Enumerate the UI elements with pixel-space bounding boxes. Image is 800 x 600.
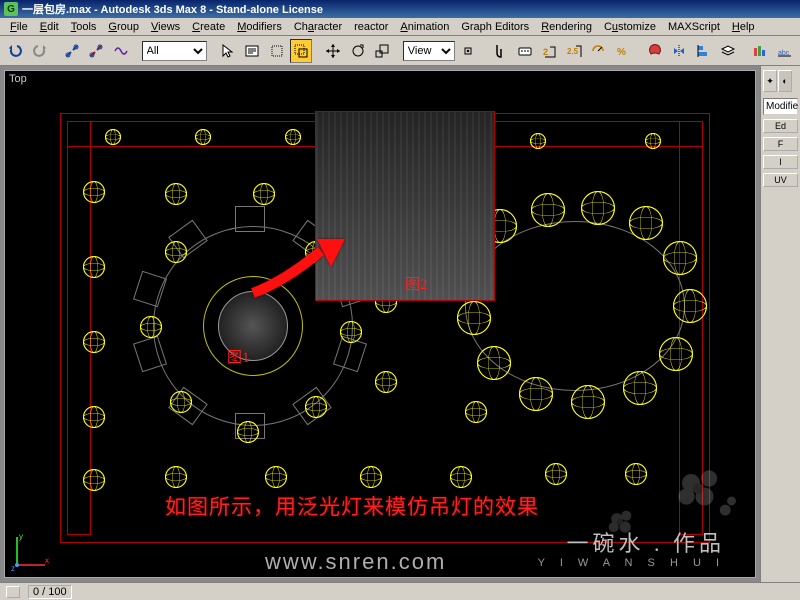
title-bar: G 一层包房.max - Autodesk 3ds Max 8 - Stand-…	[0, 0, 800, 18]
flower-decoration-icon	[655, 447, 745, 537]
scale-button[interactable]	[371, 39, 393, 63]
menu-character[interactable]: Character	[288, 20, 348, 34]
menu-views[interactable]: Views	[145, 20, 186, 34]
menu-tools[interactable]: Tools	[65, 20, 103, 34]
curve-editor-button[interactable]	[749, 39, 771, 63]
svg-text:%: %	[617, 47, 626, 58]
timeline-slider-icon[interactable]	[6, 586, 20, 598]
undo-button[interactable]	[4, 39, 26, 63]
select-crossing-button[interactable]	[290, 39, 312, 63]
select-region-rect-button[interactable]	[265, 39, 287, 63]
menu-bar: File Edit Tools Group Views Create Modif…	[0, 18, 800, 36]
menu-file[interactable]: File	[4, 20, 34, 34]
menu-maxscript[interactable]: MAXScript	[662, 20, 726, 34]
bind-spacewarp-button[interactable]	[109, 39, 131, 63]
status-bar: 0 / 100	[0, 582, 800, 600]
panel-btn-3[interactable]: I	[763, 155, 798, 169]
panel-btn-4[interactable]: UV	[763, 173, 798, 187]
use-pivot-center-button[interactable]	[457, 39, 479, 63]
svg-text:z: z	[11, 564, 15, 571]
viewport-area: Top	[0, 66, 760, 582]
scene-drawing: 图2 图1 如图所示，用泛光灯来模仿吊灯的效果 一碗水 . 作品 Y I W A…	[5, 71, 755, 577]
select-by-name-button[interactable]	[241, 39, 263, 63]
align-button[interactable]	[692, 39, 714, 63]
snap-percent-button[interactable]	[587, 39, 609, 63]
modify-tab[interactable]: ◐	[778, 70, 792, 92]
workspace: Top	[0, 66, 800, 582]
menu-help[interactable]: Help	[726, 20, 761, 34]
unlink-button[interactable]	[85, 39, 107, 63]
viewport-top[interactable]: Top	[4, 70, 756, 578]
menu-create[interactable]: Create	[186, 20, 231, 34]
menu-rendering[interactable]: Rendering	[535, 20, 598, 34]
menu-reactor[interactable]: reactor	[348, 20, 394, 34]
frame-indicator: 0 / 100	[28, 585, 72, 599]
svg-text:y: y	[19, 532, 23, 541]
modifier-rollout-label: Modifie	[763, 98, 798, 115]
menu-edit[interactable]: Edit	[34, 20, 65, 34]
keyboard-shortcut-override-button[interactable]	[514, 39, 536, 63]
schematic-view-button[interactable]: abc	[773, 39, 795, 63]
annotation-text: 如图所示，用泛光灯来模仿吊灯的效果	[165, 491, 539, 521]
mirror-button[interactable]	[668, 39, 690, 63]
watermark-pinyin: Y I W A N S H U I	[538, 557, 725, 569]
move-button[interactable]	[322, 39, 344, 63]
ref-coord-select[interactable]: View	[403, 41, 455, 61]
menu-group[interactable]: Group	[102, 20, 145, 34]
snap-angle-button[interactable]: 2.5	[563, 39, 585, 63]
menu-animation[interactable]: Animation	[394, 20, 455, 34]
redo-button[interactable]	[28, 39, 50, 63]
select-manipulate-button[interactable]	[489, 39, 511, 63]
snap-2d-button[interactable]: 2	[538, 39, 560, 63]
svg-text:x: x	[45, 556, 49, 565]
watermark-url: www.snren.com	[265, 549, 446, 575]
window-title: 一层包房.max - Autodesk 3ds Max 8 - Stand-al…	[22, 1, 323, 17]
named-selection-button[interactable]	[643, 39, 665, 63]
arrow-icon	[245, 231, 355, 311]
svg-text:2: 2	[543, 47, 548, 57]
svg-text:2.5: 2.5	[567, 47, 579, 56]
flower-decoration-icon	[589, 491, 652, 554]
selection-filter-select[interactable]: All	[142, 41, 207, 61]
menu-modifiers[interactable]: Modifiers	[231, 20, 288, 34]
axis-tripod-icon: x y z	[11, 531, 51, 571]
app-icon: G	[4, 2, 18, 16]
main-toolbar: All View 2 2.5 % abc	[0, 36, 800, 66]
panel-btn-1[interactable]: Ed	[763, 119, 798, 133]
spinner-snap-button[interactable]: %	[611, 39, 633, 63]
command-panel: ✦ ◐ Modifie Ed F I UV	[760, 66, 800, 582]
panel-btn-2[interactable]: F	[763, 137, 798, 151]
menu-customize[interactable]: Customize	[598, 20, 662, 34]
create-tab[interactable]: ✦	[763, 70, 777, 92]
viewport-label: Top	[9, 73, 27, 85]
rotate-button[interactable]	[346, 39, 368, 63]
center-label: 图1	[227, 346, 250, 367]
layer-manager-button[interactable]	[717, 39, 739, 63]
menu-graph-editors[interactable]: Graph Editors	[455, 20, 535, 34]
inset-label: 图2	[405, 273, 428, 294]
select-object-button[interactable]	[216, 39, 238, 63]
link-button[interactable]	[61, 39, 83, 63]
